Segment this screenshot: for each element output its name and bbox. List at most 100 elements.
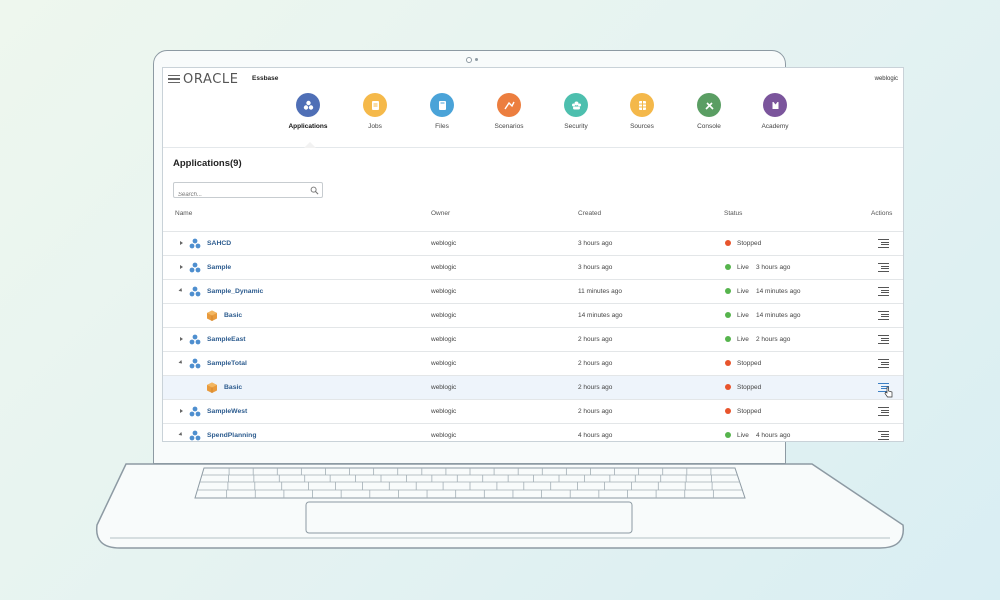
nav-console[interactable]: Console (679, 93, 739, 130)
nav-label: Files (435, 123, 449, 130)
actions-menu-icon[interactable] (878, 311, 889, 320)
nav-applications[interactable]: Applications (278, 93, 338, 130)
status-time: 4 hours ago (756, 432, 791, 439)
app-name[interactable]: Efficient (207, 222, 234, 223)
status-text: Stopped (737, 240, 762, 247)
files-icon[interactable] (430, 93, 454, 117)
nav-files[interactable]: Files (412, 93, 472, 130)
nav-label: Console (697, 123, 721, 130)
application-icon (189, 406, 201, 417)
owner-cell: weblogic (431, 288, 457, 295)
nav-scenarios[interactable]: Scenarios (479, 93, 539, 130)
actions-menu-icon[interactable] (878, 335, 889, 344)
created-cell: 2 hours ago (578, 360, 613, 367)
application-row[interactable]: Sample_Dynamic weblogic 11 minutes ago Live… (163, 280, 903, 304)
app-name-link[interactable]: SampleEast (207, 336, 246, 343)
status-dot-icon (725, 336, 731, 342)
table-row-partial[interactable]: Efficient (163, 222, 903, 232)
user-menu[interactable]: weblogic (875, 76, 898, 82)
actions-menu-icon[interactable] (878, 287, 889, 296)
status-dot-icon (725, 432, 731, 438)
app-name-link[interactable]: Sample_Dynamic (207, 288, 263, 295)
cube-icon (206, 382, 218, 393)
cube-row[interactable]: Basic weblogic 14 minutes ago Live 14 minute… (163, 304, 903, 328)
scenarios-icon[interactable] (497, 93, 521, 117)
search-icon[interactable] (310, 186, 319, 195)
nav-label: Jobs (368, 123, 382, 130)
actions-menu-icon[interactable] (878, 239, 889, 248)
nav-jobs[interactable]: Jobs (345, 93, 405, 130)
jobs-icon[interactable] (363, 93, 387, 117)
application-icon (189, 238, 201, 249)
app-name-link[interactable]: Sample (207, 264, 231, 271)
search-field[interactable] (173, 182, 323, 202)
main-navigation: Applications Jobs Files Scenarios Security So… (163, 90, 903, 148)
hand-cursor-icon (884, 386, 893, 398)
expand-arrow-icon[interactable] (180, 241, 183, 245)
app-name-link[interactable]: SpendPlanning (207, 432, 256, 439)
cube-name-link[interactable]: Basic (224, 384, 242, 391)
expand-arrow-icon[interactable] (180, 409, 183, 413)
nav-security[interactable]: Security (546, 93, 606, 130)
created-cell: 14 minutes ago (578, 312, 623, 319)
nav-label: Scenarios (494, 123, 524, 130)
cube-name-link[interactable]: Basic (224, 312, 242, 319)
cube-row[interactable]: Basic weblogic 2 hours ago Stopped (163, 376, 903, 400)
nav-academy[interactable]: Academy (745, 93, 805, 130)
collapse-arrow-icon[interactable] (178, 432, 184, 437)
nav-label: Applications (288, 123, 328, 130)
sources-icon[interactable] (630, 93, 654, 117)
nav-sources[interactable]: Sources (612, 93, 672, 130)
status-dot-icon (725, 288, 731, 294)
created-cell: 2 hours ago (578, 384, 613, 391)
application-row[interactable]: Sample weblogic 3 hours ago Live 3 hours ago (163, 256, 903, 280)
application-icon (189, 286, 201, 297)
column-name[interactable]: Name (175, 210, 192, 217)
application-row[interactable]: SampleTotal weblogic 2 hours ago Stopped (163, 352, 903, 376)
application-row[interactable]: SampleWest weblogic 2 hours ago Stopped (163, 400, 903, 424)
security-icon[interactable] (564, 93, 588, 117)
status-dot-icon (725, 312, 731, 318)
application-row[interactable]: SpendPlanning weblogic 4 hours ago Live 4 ho… (163, 424, 903, 441)
actions-menu-icon[interactable] (878, 263, 889, 272)
applications-icon[interactable] (296, 93, 320, 117)
application-row[interactable]: SampleEast weblogic 2 hours ago Live 2 hours… (163, 328, 903, 352)
status-time: 14 minutes ago (756, 288, 801, 295)
hamburger-menu-icon[interactable] (168, 75, 180, 83)
app-name-link[interactable]: SampleTotal (207, 360, 247, 367)
owner-cell: weblogic (431, 408, 457, 415)
actions-menu-icon[interactable] (878, 431, 889, 440)
expand-arrow-icon[interactable] (180, 337, 183, 341)
app-name-link[interactable]: SAHCD (207, 240, 231, 247)
search-input[interactable] (174, 188, 302, 202)
cube-icon (206, 310, 218, 321)
column-owner[interactable]: Owner (431, 210, 450, 217)
page-title: Applications(9) (173, 158, 242, 169)
expand-arrow-icon[interactable] (180, 265, 183, 269)
actions-menu-icon[interactable] (878, 359, 889, 368)
status-text: Live (737, 432, 749, 439)
console-icon[interactable] (697, 93, 721, 117)
status-text: Stopped (737, 384, 762, 391)
status-text: Live (737, 312, 749, 319)
status-time: 14 minutes ago (756, 312, 801, 319)
owner-cell: weblogic (431, 240, 457, 247)
status-dot-icon (725, 384, 731, 390)
collapse-arrow-icon[interactable] (178, 288, 184, 293)
collapse-arrow-icon[interactable] (178, 360, 184, 365)
app-name-link[interactable]: SampleWest (207, 408, 247, 415)
owner-cell: weblogic (431, 264, 457, 271)
academy-icon[interactable] (763, 93, 787, 117)
actions-menu-icon[interactable] (878, 407, 889, 416)
application-row[interactable]: SAHCD weblogic 3 hours ago Stopped (163, 232, 903, 256)
owner-cell: weblogic (431, 384, 457, 391)
camera-sensor (475, 58, 478, 61)
status-dot-icon (725, 264, 731, 270)
column-status[interactable]: Status (724, 210, 742, 217)
table-header: Name Owner Created Status Actions (163, 206, 903, 222)
column-created[interactable]: Created (578, 210, 601, 217)
owner-cell: weblogic (431, 312, 457, 319)
applications-table: Efficient SAHCD weblogic 3 hours ago Stopped… (163, 222, 903, 441)
oracle-logo: ORACLE (183, 72, 239, 87)
status-text: Live (737, 336, 749, 343)
